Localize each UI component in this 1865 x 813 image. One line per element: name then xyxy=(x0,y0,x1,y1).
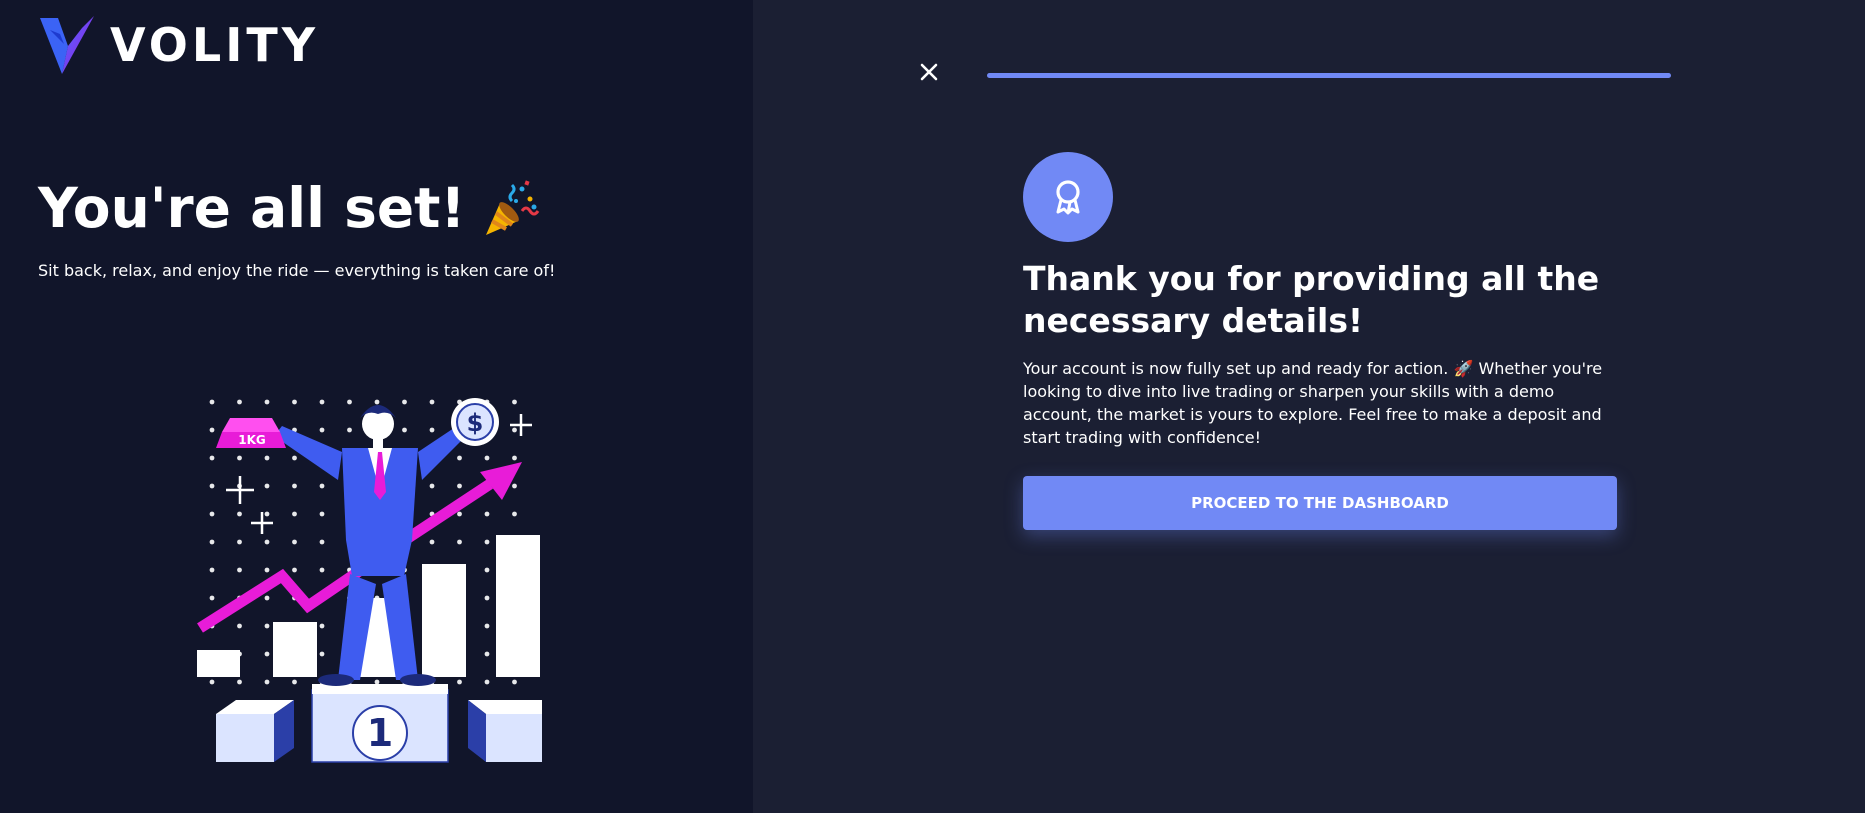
dollar-coin-icon: $ xyxy=(451,398,499,446)
svg-text:1KG: 1KG xyxy=(238,433,266,447)
podium: 1 xyxy=(216,684,542,763)
onboarding-progress-bar xyxy=(987,73,1671,78)
close-button[interactable] xyxy=(918,61,940,83)
confirmation-message: Your account is now fully set up and rea… xyxy=(1023,359,1603,447)
brand-name: VOLITY xyxy=(110,18,320,72)
close-icon xyxy=(920,63,938,81)
podium-number: 1 xyxy=(367,711,393,755)
confirmation-title: Thank you for providing all the necessar… xyxy=(1023,259,1600,340)
award-badge xyxy=(1023,152,1113,242)
svg-text:$: $ xyxy=(467,409,484,437)
hero-title: You're all set! xyxy=(38,176,542,240)
trading-success-illustration: 1 1KG $ xyxy=(197,398,542,763)
gold-bar-icon: 1KG xyxy=(216,418,286,448)
brand-logo[interactable]: VOLITY xyxy=(38,14,319,76)
hero-title-text: You're all set! xyxy=(38,176,466,240)
party-popper-icon xyxy=(485,180,539,235)
award-icon xyxy=(1056,180,1080,215)
volity-logo-icon xyxy=(40,16,94,74)
progress-fill xyxy=(987,73,1671,78)
hero-subtitle: Sit back, relax, and enjoy the ride — ev… xyxy=(38,261,556,280)
proceed-to-dashboard-button[interactable]: PROCEED TO THE DASHBOARD xyxy=(1023,476,1617,530)
left-panel: VOLITY You're all set! Sit back, relax, … xyxy=(0,0,753,813)
